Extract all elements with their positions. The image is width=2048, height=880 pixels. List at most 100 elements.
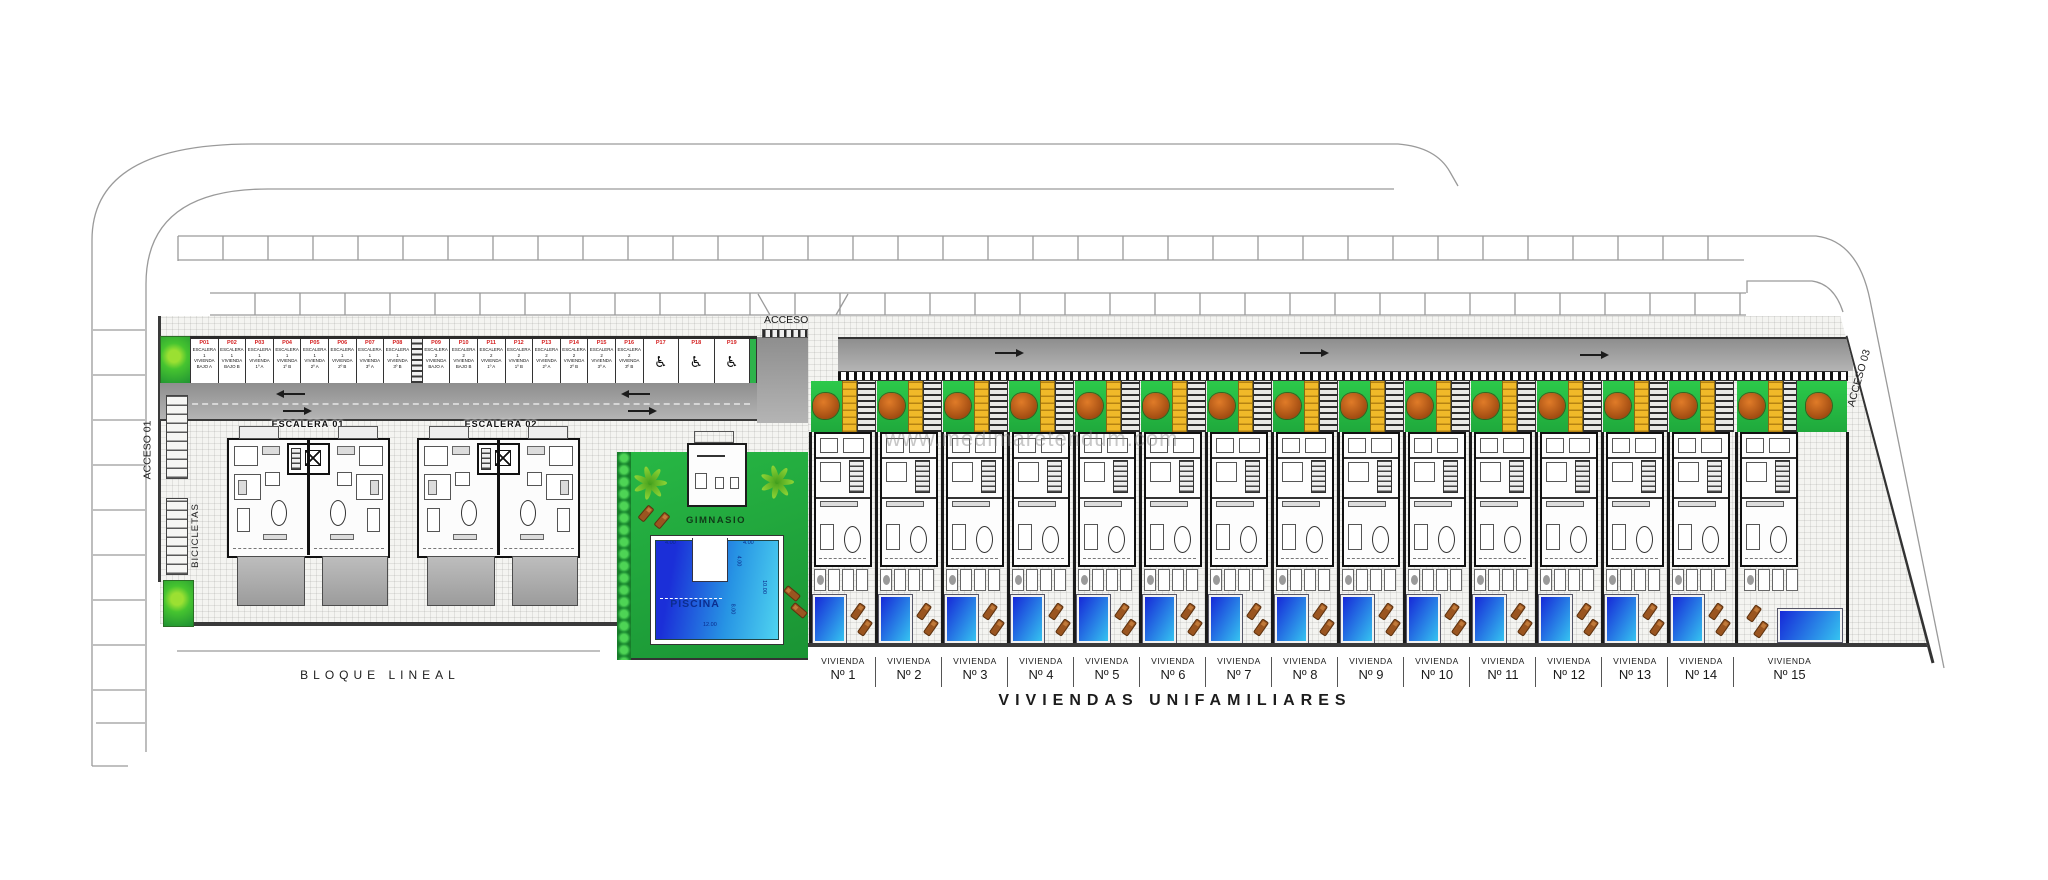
dining-table	[1174, 526, 1191, 553]
wall	[1542, 497, 1596, 499]
sofa	[1348, 524, 1362, 550]
wall	[1080, 497, 1134, 499]
sofa	[1678, 524, 1692, 550]
plot-divider	[1846, 432, 1849, 647]
private-pool	[1407, 595, 1440, 643]
carport-box	[1078, 569, 1090, 591]
stall-text: ESCALERA 2	[478, 347, 505, 358]
plot-divider	[1205, 432, 1208, 647]
parking-stall: P09ESCALERA 2VIVIENDABAJO A	[423, 339, 451, 383]
carport-box	[1040, 569, 1052, 591]
house-plan	[1144, 432, 1202, 567]
vivienda-label: VIVIENDANº 11	[1470, 656, 1536, 690]
wall	[948, 497, 1002, 499]
gym-entry	[694, 431, 734, 443]
driveway-hatch	[1583, 381, 1602, 432]
label-divider	[1469, 657, 1470, 687]
bathroom	[1414, 438, 1432, 453]
carport-box	[1620, 569, 1632, 591]
bathroom	[1282, 438, 1300, 453]
porch-edge	[1413, 558, 1460, 559]
internal-road-west	[160, 383, 757, 421]
dining-table	[1240, 526, 1257, 553]
sun-lounger-icon	[1187, 618, 1203, 637]
driveway-hatch	[1451, 381, 1470, 432]
pergola-strip	[1172, 381, 1187, 432]
carport-box	[1356, 569, 1368, 591]
stall-id: P13	[533, 340, 560, 347]
stall-text: VIVIENDA	[329, 358, 356, 364]
palm-tree-icon	[764, 463, 804, 503]
private-pool	[1275, 595, 1308, 643]
plot-divider	[1735, 432, 1738, 647]
bathroom	[1503, 438, 1524, 453]
dining-table	[1042, 526, 1059, 553]
sun-lounger-icon	[637, 504, 654, 522]
apartment-block	[227, 438, 390, 558]
car-icon	[1675, 575, 1682, 585]
pool: 4.00 4.00 4.00 10.00 8.00 12.00 PISCINA	[650, 535, 784, 645]
vivienda-label: VIVIENDANº 4	[1008, 656, 1074, 690]
carport-box	[1758, 569, 1770, 591]
closet	[337, 446, 355, 455]
plot-divider	[1007, 432, 1010, 647]
bathroom	[455, 472, 470, 486]
dining-table	[1636, 526, 1653, 553]
sofa	[1084, 524, 1098, 550]
stall-id: P14	[561, 340, 588, 347]
car-icon	[1345, 575, 1352, 585]
car-icon	[1015, 575, 1022, 585]
carport-box	[1772, 569, 1784, 591]
arrow-east-icon	[628, 410, 650, 412]
vivienda-number: Nº 3	[942, 667, 1008, 682]
vivienda-label: VIVIENDANº 8	[1272, 656, 1338, 690]
dim-bottom: 12.00	[703, 622, 717, 628]
sun-lounger-icon	[850, 602, 866, 621]
carport-box	[988, 569, 1000, 591]
pergola-strip	[1502, 381, 1517, 432]
sun-lounger-icon	[1055, 618, 1071, 637]
patio	[322, 556, 388, 606]
sun-lounger-icon	[1378, 602, 1394, 621]
carport-box	[1252, 569, 1264, 591]
wall	[1146, 457, 1200, 459]
dining-table	[330, 500, 346, 526]
dining-table	[1702, 526, 1719, 553]
label-divider	[1601, 657, 1602, 687]
bed	[1546, 462, 1567, 482]
kitchen-counter	[820, 501, 858, 507]
label-divider	[1073, 657, 1074, 687]
stairs	[1509, 460, 1524, 493]
wall	[1278, 457, 1332, 459]
carport-box	[960, 569, 972, 591]
stall-text: VIVIENDA	[450, 358, 477, 364]
carport-box	[1700, 569, 1712, 591]
stairs	[1245, 460, 1260, 493]
gym-building	[687, 443, 747, 507]
vivienda-word: VIVIENDA	[1404, 656, 1470, 667]
sun-lounger-icon	[1121, 618, 1137, 637]
internal-road-east	[838, 337, 1853, 371]
sun-lounger-icon	[1253, 618, 1269, 637]
bathroom	[1480, 438, 1498, 453]
parking-stall: P15ESCALERA 2VIVIENDA3º A	[588, 339, 616, 383]
carport-box	[1144, 569, 1156, 591]
stall-id: P04	[274, 340, 301, 347]
pergola-strip	[842, 381, 857, 432]
stairs	[1575, 460, 1590, 493]
corner-tree-south	[163, 580, 194, 627]
stall-text: ESCALERA 1	[219, 347, 246, 358]
driveway-hatch	[1649, 381, 1668, 432]
vivienda-label: VIVIENDANº 6	[1140, 656, 1206, 690]
stairs	[1047, 460, 1062, 493]
stairs	[849, 460, 864, 493]
stall-id: P02	[219, 340, 246, 347]
bathroom	[1569, 438, 1590, 453]
carport-box	[1054, 569, 1066, 591]
plot-divider	[1601, 432, 1604, 647]
bed	[1612, 462, 1633, 482]
bed	[1216, 462, 1237, 482]
stall-text: 2º B	[329, 364, 356, 370]
wall	[1212, 497, 1266, 499]
driveway-hatch	[923, 381, 942, 432]
